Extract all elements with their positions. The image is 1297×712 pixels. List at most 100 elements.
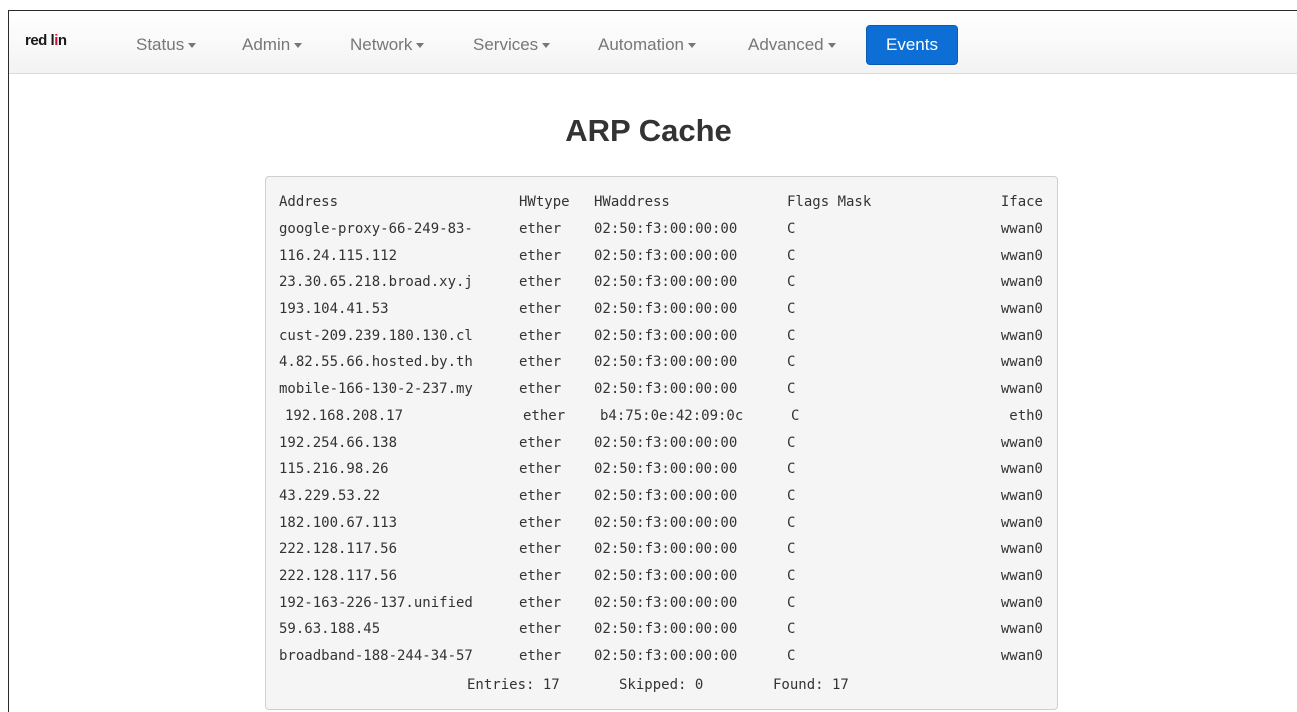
cell-flags: C (787, 354, 796, 371)
found-count: Found: 17 (773, 677, 849, 693)
cell-flags: C (787, 541, 796, 558)
cell-flags: C (787, 301, 796, 318)
nav-network-menu[interactable]: Network (350, 35, 425, 55)
cell-flags: C (791, 407, 800, 424)
cell-hwtype: ether (519, 327, 562, 344)
caret-down-icon (188, 43, 197, 49)
cell-flags: C (787, 514, 796, 531)
table-row: 115.216.98.26 ether 02:50:f3:00:00:00 Cwwan… (266, 461, 1057, 488)
nav-automation-menu[interactable]: Automation (598, 35, 696, 55)
cell-hwtype: ether (519, 487, 562, 504)
cell-address: 59.63.188.45 (279, 621, 381, 638)
cell-hwtype: ether (519, 381, 562, 398)
cell-hwtype: ether (519, 247, 562, 264)
events-button[interactable]: Events (866, 25, 958, 65)
cell-iface: wwan0 (1000, 327, 1043, 344)
cell-hwaddress: 02:50:f3:00:00:00 (594, 514, 738, 531)
cell-address: 222.128.117.56 (279, 567, 398, 584)
cell-hwtype: ether (519, 461, 562, 478)
cell-flags: C (787, 621, 796, 638)
table-row: cust-209.239.180.130.cl ether 02:50:f3:00:… (266, 328, 1057, 355)
header-flags-mask: Flags Mask (787, 194, 872, 210)
cell-address: 222.128.117.56 (279, 541, 398, 558)
table-row: broadband-188-244-34-57 ether 02:50:f3:00:… (266, 648, 1057, 675)
table-row: mobile-166-130-2-237.my ether 02:50:f3:00:… (266, 381, 1057, 408)
cell-flags: C (787, 648, 796, 664)
cell-iface: eth0 (1009, 407, 1043, 424)
cell-address: 43.229.53.22 (279, 487, 381, 504)
cell-iface: wwan0 (1000, 354, 1043, 371)
nav-advanced-menu[interactable]: Advanced (748, 35, 836, 55)
table-row: 23.30.65.218.broad.xy.j ether 02:50:f3:00:… (266, 274, 1057, 301)
cell-hwtype: ether (519, 434, 562, 451)
cell-flags: C (787, 274, 796, 291)
caret-down-icon (688, 43, 696, 49)
cell-hwaddress: 02:50:f3:00:00:00 (594, 541, 738, 558)
caret-down-icon (294, 43, 303, 49)
cell-hwaddress: 02:50:f3:00:00:00 (594, 301, 738, 318)
nav-status-menu[interactable]: Status (136, 35, 197, 55)
cell-hwaddress: 02:50:f3:00:00:00 (594, 648, 738, 664)
cell-hwaddress: 02:50:f3:00:00:00 (594, 274, 738, 291)
table-row: 192.254.66.138 ether 02:50:f3:00:00:00 Cwwa… (266, 435, 1057, 462)
table-row: google-proxy-66-249-83- ether 02:50:f3:00:… (266, 221, 1057, 248)
nav-services-menu[interactable]: Services (473, 35, 551, 55)
cell-hwaddress: 02:50:f3:00:00:00 (594, 567, 738, 584)
cell-flags: C (787, 247, 796, 264)
skipped-count: Skipped: 0 (619, 677, 704, 693)
cell-address: 182.100.67.113 (279, 514, 398, 531)
cell-hwtype: ether (519, 514, 562, 531)
cell-hwtype: ether (519, 567, 562, 584)
caret-down-icon (542, 43, 551, 49)
cell-hwaddress: 02:50:f3:00:00:00 (594, 621, 738, 638)
cell-address: cust-209.239.180.130.cl (279, 327, 473, 344)
redlion-logo[interactable]: red lin (25, 32, 67, 49)
cell-flags: C (787, 221, 796, 237)
cell-hwtype: ether (519, 541, 562, 558)
top-navbar: red lin Status Admin Network Services Au… (9, 11, 1297, 74)
cell-hwaddress: 02:50:f3:00:00:00 (594, 381, 738, 398)
header-hwtype: HWtype (519, 194, 570, 210)
table-row: 4.82.55.66.hosted.by.th ether 02:50:f3:00:… (266, 354, 1057, 381)
cell-address: 4.82.55.66.hosted.by.th (279, 354, 473, 371)
cell-hwaddress: 02:50:f3:00:00:00 (594, 594, 738, 611)
table-row: 192-163-226-137.unified ether 02:50:f3:00:… (266, 595, 1057, 622)
cell-flags: C (787, 434, 796, 451)
cell-address: 23.30.65.218.broad.xy.j (279, 274, 473, 291)
cell-address: 115.216.98.26 (279, 461, 389, 478)
table-row: 193.104.41.53 ether 02:50:f3:00:00:00 Cwwan… (266, 301, 1057, 328)
cell-iface: wwan0 (1000, 541, 1043, 558)
cell-address: mobile-166-130-2-237.my (279, 381, 473, 398)
cell-flags: C (787, 327, 796, 344)
table-row: 182.100.67.113 ether 02:50:f3:00:00:00 Cwwa… (266, 515, 1057, 542)
cell-iface: wwan0 (1000, 221, 1043, 237)
table-row: 43.229.53.22 ether 02:50:f3:00:00:00 Cwwan0 (266, 488, 1057, 515)
cell-hwtype: ether (519, 648, 562, 664)
cell-address: broadband-188-244-34-57 (279, 648, 473, 664)
table-row: 192.168.208.17 ether b4:75:0e:42:09:0c Ceth… (266, 408, 1057, 435)
cell-iface: wwan0 (1000, 621, 1043, 638)
table-row: 59.63.188.45 ether 02:50:f3:00:00:00 Cwwan0 (266, 621, 1057, 648)
cell-hwaddress: b4:75:0e:42:09:0c (600, 407, 744, 424)
cell-hwtype: ether (519, 301, 562, 318)
caret-down-icon (416, 43, 425, 49)
header-address: Address (279, 194, 339, 210)
cell-iface: wwan0 (1000, 567, 1043, 584)
cell-address: 193.104.41.53 (279, 301, 389, 318)
nav-admin-menu[interactable]: Admin (242, 35, 303, 55)
cell-address: 192.254.66.138 (279, 434, 398, 451)
cell-iface: wwan0 (1000, 648, 1043, 664)
cell-flags: C (787, 567, 796, 584)
header-hwaddress: HWaddress (594, 194, 670, 210)
cell-iface: wwan0 (1000, 381, 1043, 398)
cell-hwtype: ether (519, 621, 562, 638)
arp-table-rows: google-proxy-66-249-83- ether 02:50:f3:00:… (266, 221, 1057, 675)
cell-iface: wwan0 (1000, 301, 1043, 318)
cell-hwaddress: 02:50:f3:00:00:00 (594, 434, 738, 451)
table-row: 222.128.117.56 ether 02:50:f3:00:00:00 Cwwa… (266, 541, 1057, 568)
cell-hwaddress: 02:50:f3:00:00:00 (594, 354, 738, 371)
cell-iface: wwan0 (1000, 594, 1043, 611)
cell-iface: wwan0 (1000, 434, 1043, 451)
cell-hwtype: ether (523, 407, 566, 424)
cell-iface: wwan0 (1000, 461, 1043, 478)
